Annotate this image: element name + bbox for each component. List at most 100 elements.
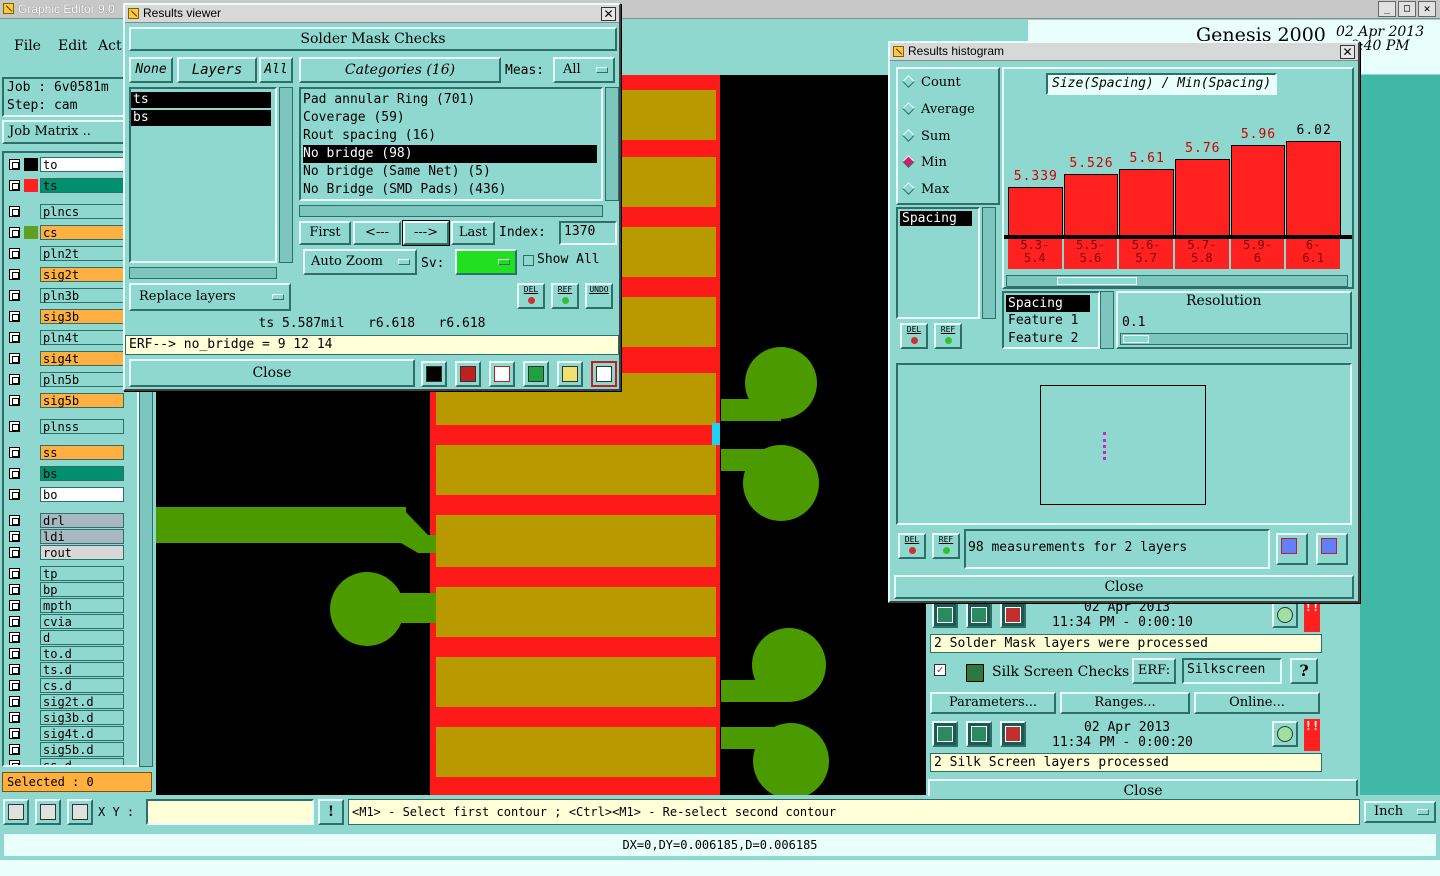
layer-checkbox[interactable] — [9, 421, 20, 432]
layer-row-pln4t[interactable]: pln4t — [6, 330, 124, 345]
layer-checkbox[interactable] — [9, 760, 20, 765]
maximize-button[interactable]: □ — [1398, 1, 1416, 17]
result-tool-icon-2[interactable] — [455, 361, 481, 387]
layer-row-sig3b[interactable]: sig3b — [6, 309, 124, 324]
spacing-item-feature-1[interactable]: Feature 1 — [1004, 312, 1098, 330]
category-item[interactable]: Pad annular Ring (701) — [303, 91, 601, 109]
spacing-list[interactable]: Spacing Feature 1 Feature 2 — [1002, 291, 1100, 349]
layer-row-sig5b-d[interactable]: sig5b.d — [6, 742, 124, 757]
results-undo-button[interactable]: UNDO — [585, 283, 613, 309]
ranges-button[interactable]: Ranges... — [1060, 692, 1190, 714]
layer-row-ss[interactable]: ss — [6, 445, 124, 460]
last-button[interactable]: Last — [451, 221, 495, 245]
layer-row-sig2t[interactable]: sig2t — [6, 267, 124, 282]
histogram-bar[interactable] — [1063, 174, 1119, 237]
prev-button[interactable]: <--- — [353, 221, 401, 245]
layer-list-vscroll[interactable] — [279, 87, 293, 263]
hist-ref-button-2[interactable]: REF — [932, 533, 960, 559]
measure-type-spacing[interactable]: Spacing — [900, 211, 972, 226]
layer-row-cs[interactable]: cs — [6, 225, 124, 240]
layer-checkbox[interactable] — [9, 728, 20, 739]
resolution-slider[interactable] — [1120, 333, 1348, 345]
category-item[interactable]: No bridge (Same Net) (5) — [303, 163, 601, 181]
layer-checkbox[interactable] — [9, 680, 20, 691]
histogram-bar[interactable] — [1175, 159, 1230, 237]
index-input[interactable]: 1370 — [559, 221, 617, 245]
layer-row-to-d[interactable]: to.d — [6, 646, 124, 661]
run-icon-6[interactable] — [1000, 721, 1026, 747]
layer-checkbox[interactable] — [9, 290, 20, 301]
spacing-item-spacing[interactable]: Spacing — [1006, 295, 1090, 312]
run-icon-2[interactable] — [966, 602, 992, 628]
export-icon-2[interactable] — [1316, 533, 1348, 565]
layer-checkbox[interactable] — [9, 696, 20, 707]
layer-row-plncs[interactable]: plncs — [6, 204, 124, 219]
run-icon-3[interactable] — [1000, 602, 1026, 628]
first-button[interactable]: First — [299, 221, 351, 245]
grid-icon[interactable] — [67, 799, 93, 825]
layer-checkbox[interactable] — [9, 332, 20, 343]
histogram-bar[interactable] — [1286, 141, 1341, 237]
layer-row-rout[interactable]: rout — [6, 545, 124, 560]
layer-checkbox[interactable] — [9, 374, 20, 385]
layer-row-ts[interactable]: ts — [6, 178, 124, 193]
layer-checkbox[interactable] — [9, 311, 20, 322]
layer-row-ss-d[interactable]: ss.d — [6, 758, 124, 765]
alert-button[interactable]: ! — [318, 799, 344, 825]
layer-checkbox[interactable] — [9, 547, 20, 558]
layer-list-hscroll[interactable] — [129, 267, 277, 279]
layer-row-bs[interactable]: bs — [6, 466, 124, 481]
erf-value[interactable]: Silkscreen — [1182, 658, 1282, 684]
layer-row-pln3b[interactable]: pln3b — [6, 288, 124, 303]
histogram-bar[interactable] — [1008, 187, 1063, 237]
category-item[interactable]: Rout spacing (16) — [303, 127, 601, 145]
histogram-bar[interactable] — [1119, 169, 1174, 237]
layer-checkbox[interactable] — [9, 712, 20, 723]
layer-checkbox[interactable] — [9, 648, 20, 659]
silk-check-box[interactable]: ✓ — [934, 664, 946, 676]
hist-del-button-1[interactable]: DEL — [900, 323, 928, 349]
layer-checkbox[interactable] — [9, 468, 20, 479]
layer-checkbox[interactable] — [9, 744, 20, 755]
layer-checkbox[interactable] — [9, 353, 20, 364]
layer-checkbox[interactable] — [9, 489, 20, 500]
spacing-item-feature-2[interactable]: Feature 2 — [1004, 330, 1098, 348]
result-tool-icon-3[interactable] — [489, 361, 515, 387]
category-item[interactable]: No Bridge (SMD Pads) (436) — [303, 181, 601, 199]
run-icon-4[interactable] — [932, 721, 958, 747]
replace-layers-select[interactable]: Replace layers — [129, 283, 291, 311]
menu-file[interactable]: File — [14, 38, 41, 54]
hist-del-button-2[interactable]: DEL — [898, 533, 926, 559]
units-select[interactable]: Inch — [1364, 801, 1436, 823]
resolution-slider-thumb[interactable] — [1123, 335, 1149, 343]
layer-row-bo[interactable]: bo — [6, 487, 124, 502]
layer-row-sig5b[interactable]: sig5b — [6, 393, 124, 408]
layer-row-sig4t[interactable]: sig4t — [6, 351, 124, 366]
all-layers-button[interactable]: All — [259, 57, 293, 83]
layer-row-bp[interactable]: bp — [6, 582, 124, 597]
parameters-button[interactable]: Parameters... — [930, 692, 1056, 714]
layer-checkbox[interactable] — [9, 515, 20, 526]
close-button[interactable]: ✕ — [1418, 1, 1436, 17]
menu-actions[interactable]: Act — [98, 38, 122, 54]
results-close-button[interactable]: Close — [129, 359, 415, 387]
layer-result-item-ts[interactable]: ts — [131, 92, 271, 108]
zoom-icon-2[interactable] — [1272, 721, 1298, 747]
layer-row-tp[interactable]: tp — [6, 566, 124, 581]
mode-sum[interactable]: Sum — [902, 129, 951, 144]
layer-checkbox[interactable] — [9, 159, 20, 170]
auto-zoom-select[interactable]: Auto Zoom — [303, 249, 417, 275]
export-icon-1[interactable] — [1276, 533, 1308, 565]
minimize-button[interactable]: _ — [1378, 1, 1396, 17]
histogram-bar[interactable] — [1230, 145, 1286, 237]
category-list[interactable]: Pad annular Ring (701) Coverage (59) Rout … — [299, 87, 603, 201]
category-list-hscroll[interactable] — [299, 205, 603, 217]
histogram-close-button[interactable]: Close — [894, 575, 1354, 599]
none-button[interactable]: None — [129, 57, 173, 83]
result-tool-icon-4[interactable] — [523, 361, 549, 387]
layer-row-pln2t[interactable]: pln2t — [6, 246, 124, 261]
layer-result-item-bs[interactable]: bs — [131, 110, 271, 126]
chart-hscroll-thumb[interactable] — [1057, 277, 1137, 285]
layer-row-to[interactable]: to — [6, 157, 124, 172]
layer-checkbox[interactable] — [9, 632, 20, 643]
